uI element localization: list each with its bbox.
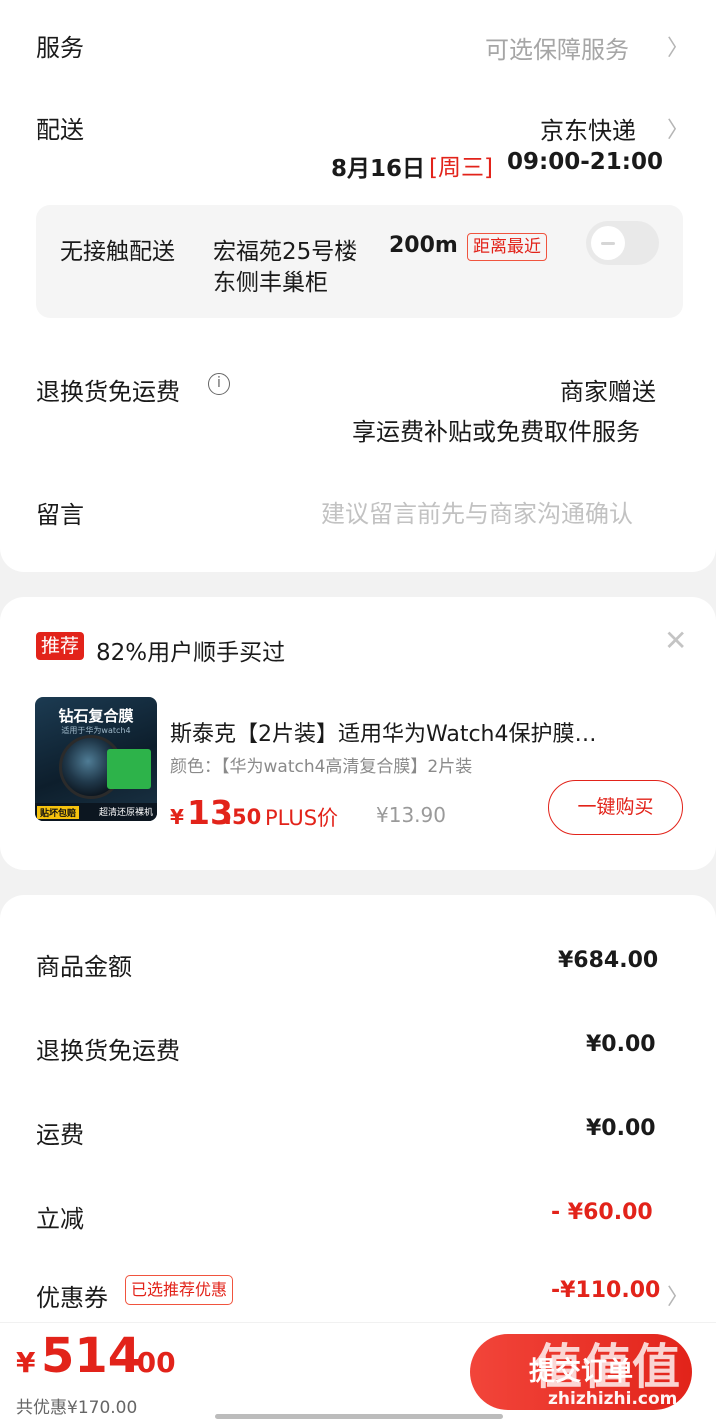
total-decimal: .00 xyxy=(126,1346,176,1379)
price-currency: ¥ xyxy=(170,805,184,829)
service-label: 服务 xyxy=(36,34,84,62)
locker-distance: 200m xyxy=(389,233,458,258)
return-shipping-description: 享运费补贴或免费取件服务 xyxy=(352,418,640,446)
product-thumbnail[interactable]: 钻石复合膜 适用于华为watch4 贴坏包赔 超清还原裸机 xyxy=(35,697,157,821)
contactless-label: 无接触配送 xyxy=(60,239,175,265)
product-title[interactable]: 斯泰克【2片装】适用华为Watch4保护膜… xyxy=(170,716,597,748)
recommend-badge: 推荐 xyxy=(36,632,85,660)
original-price: ¥13.90 xyxy=(376,803,446,827)
summary-label-shipping: 运费 xyxy=(36,1121,84,1149)
delivery-label: 配送 xyxy=(36,116,84,144)
return-shipping-label: 退换货免运费 xyxy=(36,378,180,406)
recommend-headline: 82%用户顺手买过 xyxy=(96,640,286,666)
site-watermark-url: zhizhizhi.com xyxy=(548,1389,678,1409)
coupon-value[interactable]: -¥110.00 xyxy=(551,1278,660,1303)
feature-tag-block xyxy=(107,749,151,789)
close-icon[interactable]: ✕ xyxy=(664,624,687,657)
contactless-toggle[interactable] xyxy=(586,221,659,265)
message-input[interactable]: 建议留言前先与商家沟通确认 xyxy=(321,494,633,529)
site-watermark: 值值值 xyxy=(534,1339,682,1395)
summary-value-shipping: ¥0.00 xyxy=(586,1116,656,1141)
thumb-badge-right: 超清还原裸机 xyxy=(98,808,153,818)
thumb-badge-left: 贴坏包赔 xyxy=(37,806,80,819)
summary-value-return-shipping: ¥0.00 xyxy=(586,1032,656,1057)
delivery-carrier[interactable]: 京东快递 xyxy=(540,111,636,146)
summary-value-discount: - ¥60.00 xyxy=(551,1200,653,1225)
chevron-right-icon[interactable]: 〉 xyxy=(667,1279,689,1311)
product-variant: 颜色：【华为watch4高清复合膜】2片装 xyxy=(170,757,473,777)
thumb-subtitle: 适用于华为watch4 xyxy=(61,726,131,735)
summary-label-subtotal: 商品金额 xyxy=(36,953,132,981)
thumb-title: 钻石复合膜 xyxy=(58,707,134,725)
info-icon[interactable]: i xyxy=(208,373,230,395)
coupon-selected-tag: 已选推荐优惠 xyxy=(125,1275,234,1305)
chevron-right-icon[interactable]: 〉 xyxy=(667,112,689,144)
total-currency: ¥ xyxy=(16,1346,36,1379)
price-decimal: .50 xyxy=(224,805,262,829)
service-value-link[interactable]: 可选保障服务 xyxy=(485,30,629,65)
plus-price-label: PLUS价 xyxy=(265,806,339,830)
delivery-time: 09:00-21:00 xyxy=(507,149,663,175)
total-savings: 共优惠¥170.00 xyxy=(16,1398,138,1418)
chevron-right-icon[interactable]: 〉 xyxy=(667,30,689,62)
coupon-label: 优惠券 xyxy=(36,1284,108,1312)
one-click-buy-button[interactable]: 一键购买 xyxy=(548,780,683,835)
thumb-footer: 贴坏包赔 超清还原裸机 xyxy=(35,803,157,821)
locker-address: 宏福苑25号楼 xyxy=(213,239,358,265)
summary-value-subtotal: ¥684.00 xyxy=(558,948,659,973)
locker-address-line2: 东侧丰巢柜 xyxy=(213,270,328,296)
return-shipping-provider: 商家赠送 xyxy=(560,378,656,406)
message-label: 留言 xyxy=(36,501,84,529)
nearest-badge: 距离最近 xyxy=(467,233,547,261)
delivery-weekday: [周三] xyxy=(429,155,493,181)
delivery-date: 8月16日 xyxy=(331,156,426,182)
home-indicator[interactable] xyxy=(215,1414,503,1419)
summary-label-return-shipping: 退换货免运费 xyxy=(36,1037,180,1065)
toggle-knob xyxy=(591,226,625,260)
summary-label-discount: 立减 xyxy=(36,1205,84,1233)
